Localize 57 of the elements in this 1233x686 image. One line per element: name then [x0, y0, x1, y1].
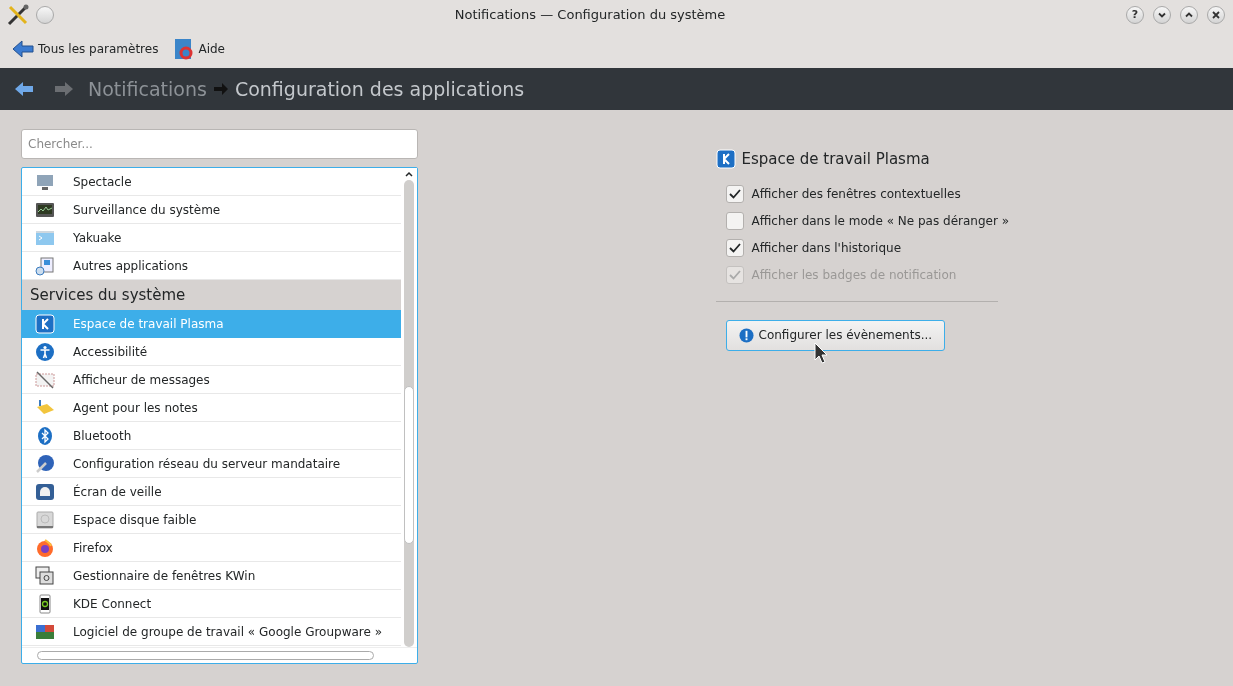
- help-toolbar-button[interactable]: Aide: [174, 38, 225, 60]
- info-icon: [738, 327, 754, 343]
- firefox-icon: [35, 537, 55, 558]
- maximize-button[interactable]: [1180, 6, 1198, 24]
- breadcrumb-item[interactable]: Notifications: [88, 74, 207, 104]
- list-item[interactable]: Surveillance du système: [22, 196, 401, 224]
- application-icon: [35, 255, 55, 276]
- bluetooth-icon: [35, 425, 55, 446]
- list-item[interactable]: Afficheur de messages: [22, 366, 401, 394]
- list-item[interactable]: Écran de veille: [22, 478, 401, 506]
- close-button[interactable]: [1207, 6, 1225, 24]
- list-item[interactable]: Espace disque faible: [22, 506, 401, 534]
- check-icon: [728, 243, 741, 253]
- window-title: Notifications — Configuration du système: [454, 7, 726, 23]
- list-item[interactable]: Bluetooth: [22, 422, 401, 450]
- check-icon: [728, 189, 741, 199]
- check-icon: [728, 270, 741, 280]
- close-icon: [1211, 10, 1221, 20]
- mouse-cursor-icon: [813, 341, 828, 364]
- lock-screen-icon: [35, 481, 55, 502]
- envelope-icon: [35, 369, 55, 390]
- help-book-icon: [174, 38, 195, 60]
- list-item[interactable]: Agent pour les notes: [22, 394, 401, 422]
- kde-logo-icon: [715, 149, 736, 170]
- back-arrow-icon[interactable]: [14, 81, 34, 97]
- scrollbar-thumb[interactable]: [404, 385, 414, 544]
- chevron-down-icon: [1157, 10, 1167, 20]
- globe-wrench-icon: [35, 453, 55, 474]
- search-field[interactable]: Chercher...: [21, 129, 418, 159]
- list-item[interactable]: Configuration réseau du serveur mandataire: [22, 450, 401, 478]
- list-item[interactable]: Accessibilité: [22, 338, 401, 366]
- list-item[interactable]: Yakuake: [22, 224, 401, 252]
- breadcrumb-item[interactable]: Configuration des applications: [234, 74, 525, 104]
- forward-arrow-icon[interactable]: [54, 81, 74, 97]
- list-item[interactable]: Spectacle: [22, 168, 401, 196]
- list-item[interactable]: KDE Connect: [22, 590, 401, 618]
- list-item[interactable]: Logiciel de groupe de travail « Google Groupware »: [22, 618, 401, 646]
- breadcrumb-arrow-icon: [212, 82, 229, 96]
- section-header: Services du système: [22, 280, 401, 310]
- panel-title: Espace de travail Plasma: [741, 149, 930, 170]
- windows-icon: [35, 565, 55, 586]
- horizontal-scrollbar[interactable]: [22, 647, 417, 663]
- chevron-up-icon: [1184, 10, 1194, 20]
- kde-logo-icon: [35, 313, 55, 334]
- tools-icon: [6, 3, 30, 27]
- option-checkbox[interactable]: Afficher des fenêtres contextuelles: [715, 180, 1026, 208]
- minimize-button[interactable]: [1153, 6, 1171, 24]
- vertical-scrollbar[interactable]: [401, 168, 417, 647]
- help-button[interactable]: ?: [1126, 6, 1144, 24]
- arrow-left-icon: [12, 40, 34, 58]
- configure-events-button[interactable]: Configurer les évènements...: [725, 319, 946, 351]
- option-checkbox[interactable]: Afficher dans le mode « Ne pas déranger »: [715, 207, 1026, 235]
- option-checkbox[interactable]: Afficher dans l'historique: [715, 234, 1026, 262]
- back-toolbar-button[interactable]: Tous les paramètres: [12, 40, 159, 58]
- list-item[interactable]: Gestionnaire de fenêtres KWin: [22, 562, 401, 590]
- list-item[interactable]: Firefox: [22, 534, 401, 562]
- accessibility-icon: [35, 341, 55, 362]
